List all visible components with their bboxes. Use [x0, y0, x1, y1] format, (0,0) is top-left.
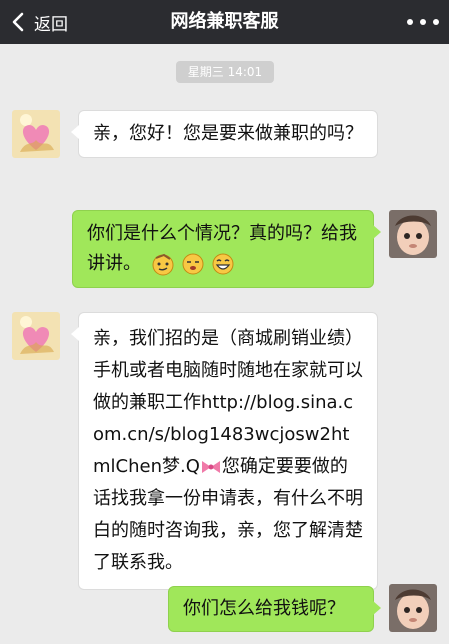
message-bubble-left[interactable]: 亲，您好！您是要来做兼职的吗？ — [71, 110, 378, 158]
service-avatar-icon — [12, 312, 60, 360]
emoji-group — [151, 252, 235, 276]
bow-emoji-icon — [201, 461, 220, 473]
emoji-face-icon — [212, 253, 234, 275]
user-avatar-icon — [389, 210, 437, 258]
more-dots-icon[interactable] — [407, 11, 439, 33]
back-label: 返回 — [34, 14, 68, 35]
message-text-part1: 亲，我们招的是（商城刷销业绩）手机或者电脑随时随地在家就可以做的兼职工作http… — [93, 328, 363, 477]
user-avatar-icon — [389, 584, 437, 632]
nav-bar: 返回 网络兼职客服 — [0, 0, 449, 44]
avatar-user[interactable] — [389, 584, 437, 632]
emoji-face-icon — [182, 253, 204, 275]
avatar-service[interactable] — [12, 110, 60, 158]
message-bubble-right[interactable]: 你们是什么个情况？真的吗？给我讲讲。 — [72, 210, 381, 288]
message-bubble-left[interactable]: 亲，我们招的是（商城刷销业绩）手机或者电脑随时随地在家就可以做的兼职工作http… — [71, 312, 378, 590]
service-avatar-icon — [12, 110, 60, 158]
emoji-face-icon — [152, 253, 174, 276]
message-text: 你们怎么给我钱呢？ — [183, 598, 345, 619]
back-chevron-icon — [12, 12, 24, 32]
timestamp-badge: 星期三 14:01 — [176, 61, 274, 83]
message-bubble-right[interactable]: 你们怎么给我钱呢？ — [168, 586, 381, 632]
avatar-service[interactable] — [12, 312, 60, 360]
avatar-user[interactable] — [389, 210, 437, 258]
back-button[interactable]: 返回 — [8, 0, 68, 44]
message-text: 亲，您好！您是要来做兼职的吗？ — [93, 123, 363, 144]
